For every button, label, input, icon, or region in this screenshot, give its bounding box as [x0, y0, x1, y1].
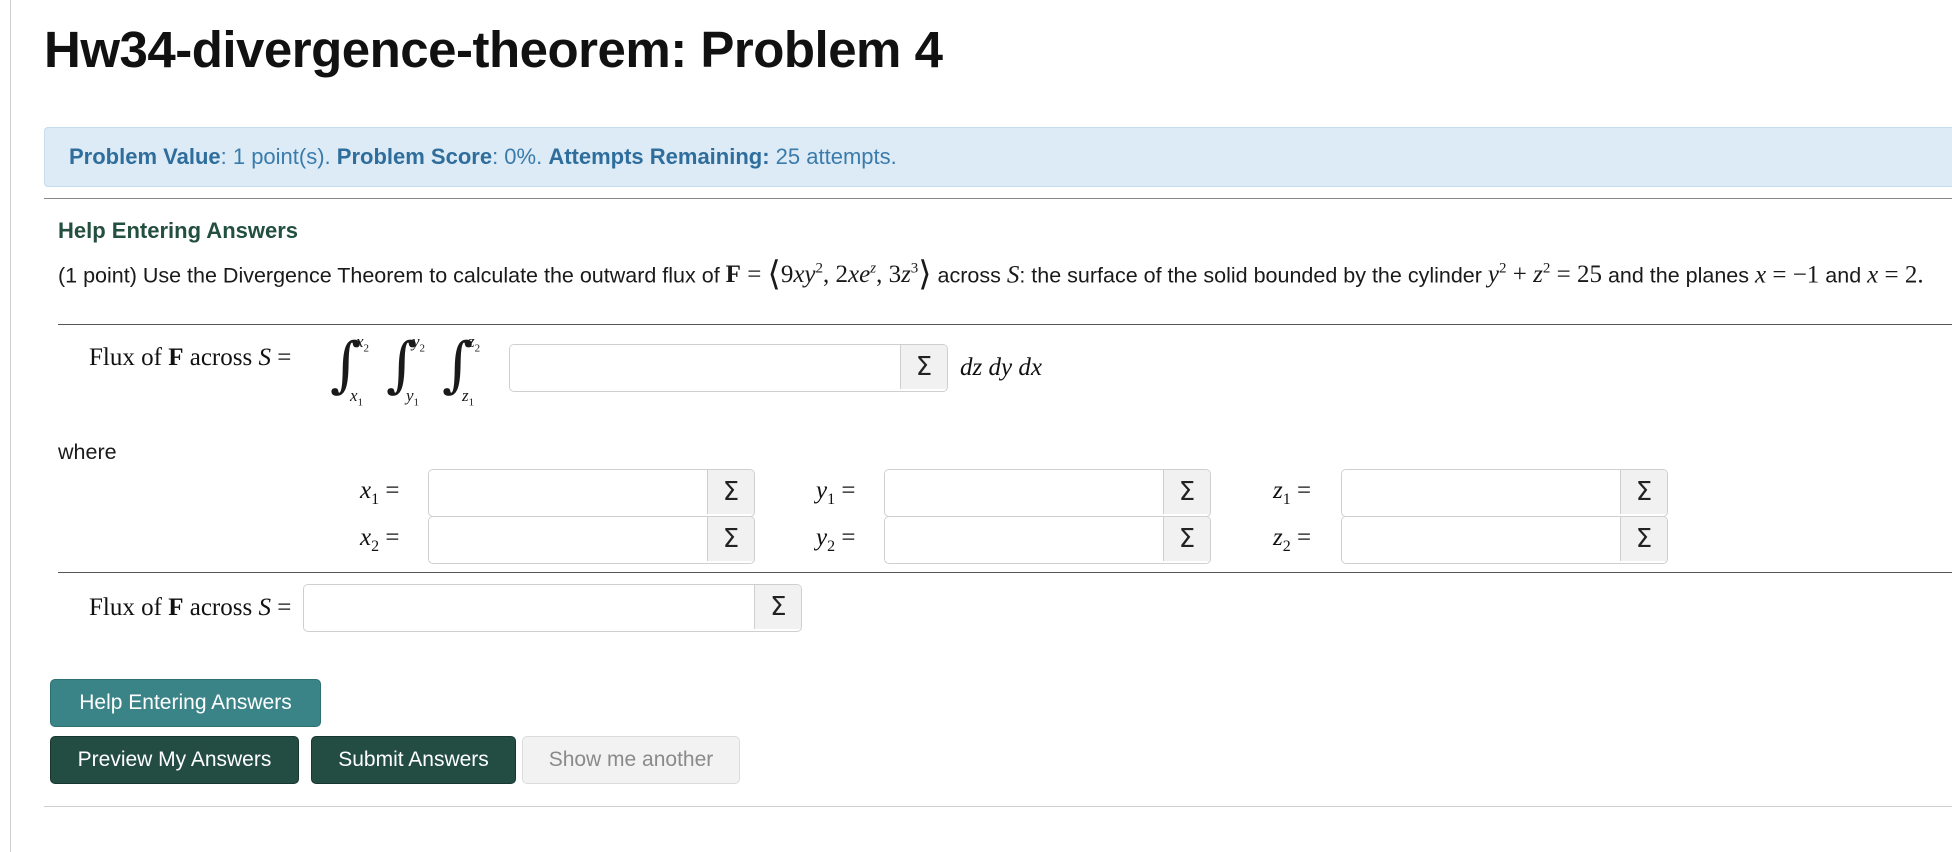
x2-row: x2 = Σ [360, 516, 755, 564]
y2-input[interactable] [885, 517, 1163, 561]
plane-2: x = 2. [1867, 261, 1924, 289]
equation-editor-icon[interactable]: Σ [900, 345, 947, 389]
x1-input[interactable] [429, 470, 707, 514]
plane-1: x = −1 [1754, 261, 1820, 289]
problem-score-label: Problem Score [336, 144, 493, 169]
vector-field-formula: F = ⟨9xy2, 2xez, 3z3⟩ [725, 254, 932, 295]
z1-input[interactable] [1342, 470, 1620, 514]
problem-value-text: : 1 point(s). [220, 144, 337, 169]
where-label: where [58, 440, 117, 464]
help-entering-answers-button[interactable]: Help Entering Answers [50, 679, 321, 727]
statement-and: and [1825, 263, 1862, 288]
statement-surface: : the surface of the solid bounded by th… [1019, 263, 1482, 288]
equation-editor-icon[interactable]: Σ [1163, 517, 1210, 561]
limit-x1: x1 [350, 386, 364, 409]
help-entering-answers-link[interactable]: Help Entering Answers [58, 218, 1938, 244]
statement-across: across [937, 263, 1001, 288]
integral-label-row: Flux of F across S = [89, 344, 291, 372]
surface-symbol: S [1006, 261, 1020, 289]
problem-value-label: Problem Value [69, 144, 221, 169]
flux-label: Flux of F across S = [89, 594, 292, 621]
equation-editor-icon[interactable]: Σ [707, 470, 754, 514]
problem-body: Help Entering Answers (1 point) Use the … [58, 218, 1938, 292]
cylinder-equation: y2 + z2 = 25 [1487, 261, 1602, 289]
x2-label: x2 = [360, 524, 400, 555]
integrand-box: Σ [509, 344, 948, 392]
limit-z2: z2 [468, 332, 481, 355]
divider-middle [58, 324, 1952, 325]
y2-row: y2 = Σ [816, 516, 1211, 564]
z2-label: z2 = [1273, 524, 1312, 555]
limit-y1: y1 [406, 386, 420, 409]
z1-label: z1 = [1273, 477, 1312, 508]
z2-input[interactable] [1342, 517, 1620, 561]
integrand-row: Σ dz dy dx [509, 344, 1042, 392]
attempts-remaining-text: 25 attempts. [769, 144, 897, 169]
divider-lower [58, 572, 1952, 573]
differentials: dz dy dx [960, 354, 1042, 381]
limit-z1: z1 [462, 386, 475, 409]
statement-and-planes: and the planes [1607, 263, 1749, 288]
statement-intro: (1 point) Use the Divergence Theorem to … [58, 263, 720, 288]
equation-editor-icon[interactable]: Σ [1620, 517, 1667, 561]
integrand-input[interactable] [510, 345, 900, 389]
y2-label: y2 = [816, 524, 856, 555]
flux-row: Flux of F across S = Σ [89, 584, 803, 632]
problem-info-bar: Problem Value: 1 point(s). Problem Score… [44, 127, 1952, 187]
page-title: Hw34-divergence-theorem: Problem 4 [44, 21, 943, 78]
z1-box: Σ [1341, 469, 1668, 517]
limit-y2: y2 [412, 332, 426, 355]
show-me-another-button[interactable]: Show me another [522, 736, 740, 784]
y1-row: y1 = Σ [816, 469, 1211, 517]
equation-editor-icon[interactable]: Σ [1163, 470, 1210, 514]
y2-box: Σ [884, 516, 1211, 564]
preview-answers-button[interactable]: Preview My Answers [50, 736, 299, 784]
attempts-remaining-label: Attempts Remaining: [548, 144, 770, 169]
equation-editor-icon[interactable]: Σ [707, 517, 754, 561]
flux-box: Σ [303, 584, 803, 632]
x1-label: x1 = [360, 477, 400, 508]
problem-score-text: : 0%. [492, 144, 549, 169]
z2-box: Σ [1341, 516, 1668, 564]
limit-x2: x2 [356, 332, 370, 355]
x1-box: Σ [428, 469, 755, 517]
left-border [10, 0, 11, 852]
z2-row: z2 = Σ [1273, 516, 1668, 564]
flux-input[interactable] [304, 585, 755, 629]
x2-input[interactable] [429, 517, 707, 561]
problem-statement: (1 point) Use the Divergence Theorem to … [58, 252, 1938, 292]
x1-row: x1 = Σ [360, 469, 755, 517]
divider-top [44, 198, 1952, 199]
y1-box: Σ [884, 469, 1211, 517]
y1-label: y1 = [816, 477, 856, 508]
z1-row: z1 = Σ [1273, 469, 1668, 517]
flux-integral-label: Flux of F across S = [89, 344, 292, 371]
divider-bottom [44, 806, 1952, 807]
x2-box: Σ [428, 516, 755, 564]
equation-editor-icon[interactable]: Σ [1620, 470, 1667, 514]
submit-answers-button[interactable]: Submit Answers [311, 736, 516, 784]
y1-input[interactable] [885, 470, 1163, 514]
equation-editor-icon[interactable]: Σ [754, 585, 802, 629]
